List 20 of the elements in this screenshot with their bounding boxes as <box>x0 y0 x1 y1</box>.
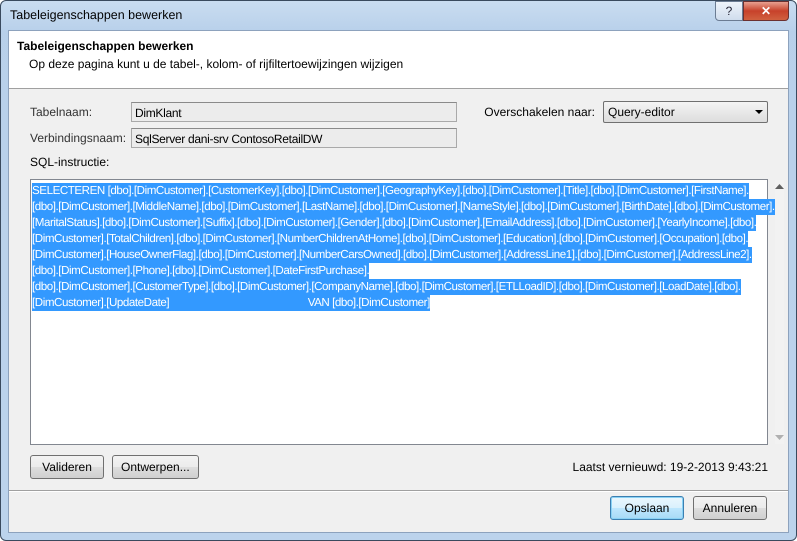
last-refreshed-text: Laatst vernieuwd: 19-2-2013 9:43:21 <box>572 459 768 476</box>
scroll-down-icon[interactable] <box>774 435 784 440</box>
scroll-up-icon[interactable] <box>774 184 784 189</box>
dropdown[interactable]: Query-editor <box>603 101 768 123</box>
text-field[interactable]: DimKlant <box>131 102 457 122</box>
field-label: SQL-instructie: <box>30 154 110 171</box>
save-button[interactable]: Opslaan <box>610 496 684 520</box>
validate-button[interactable]: Valideren <box>30 455 104 479</box>
close-button[interactable]: ✕ <box>743 1 789 21</box>
window-title: Tabeleigenschappen bewerken <box>9 7 182 24</box>
field-label: Verbindingsnaam: <box>30 130 128 147</box>
cancel-button[interactable]: Annuleren <box>693 496 767 520</box>
header-subtitle: Op deze pagina kunt u de tabel-, kolom- of rijfiltertoewijzingen wijzigen <box>28 56 404 73</box>
field-label: Overschakelen naar: <box>484 104 595 121</box>
help-button[interactable]: ? <box>715 1 743 21</box>
field-label: Tabelnaam: <box>30 104 94 121</box>
header-title: Tabeleigenschappen bewerken <box>17 38 195 55</box>
design-button[interactable]: Ontwerpen... <box>112 455 199 479</box>
text-field[interactable]: SqlServer dani-srv ContosoRetailDW <box>131 128 457 148</box>
dropdown-arrow-icon[interactable] <box>755 110 763 114</box>
